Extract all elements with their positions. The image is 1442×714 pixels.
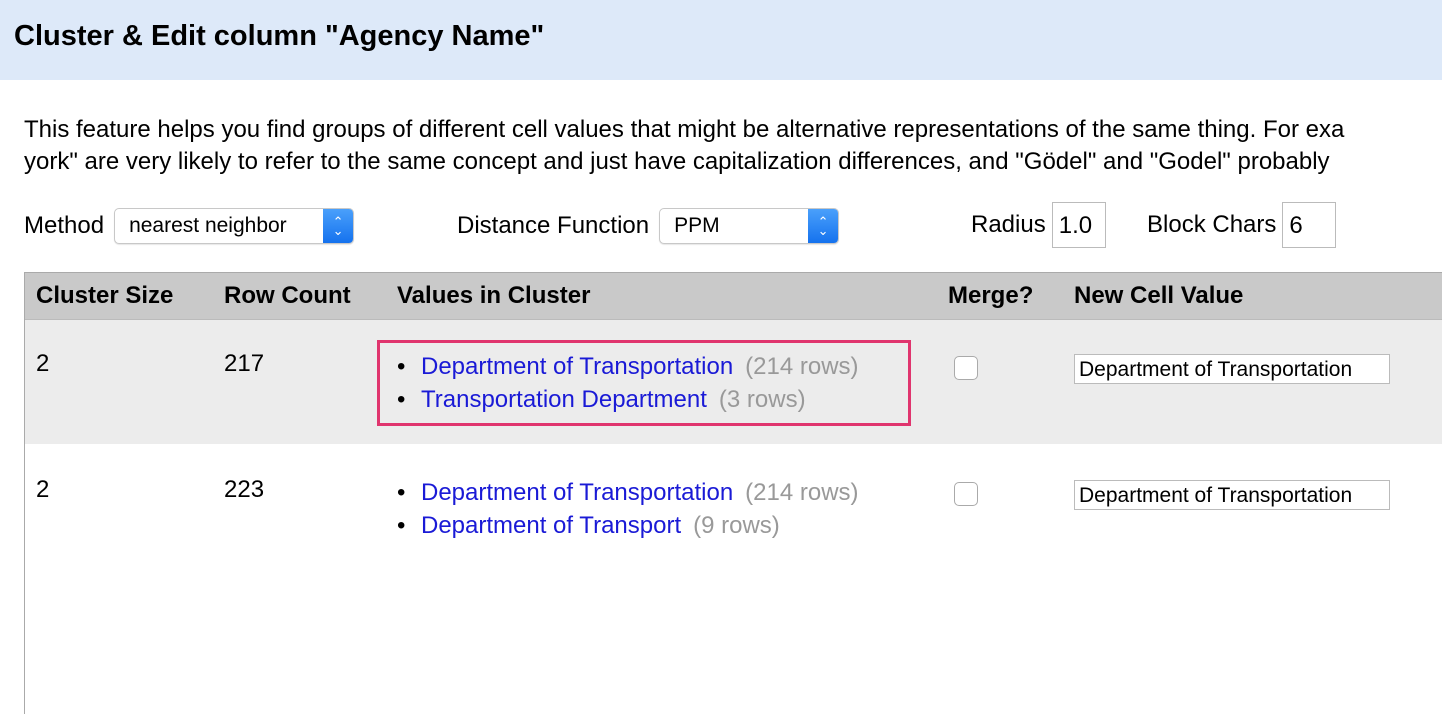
- list-item: Department of Transportation (214 rows): [397, 476, 859, 509]
- block-chars-control: Block Chars 6: [1147, 200, 1337, 250]
- chevron-updown-icon: ⌃ ⌄: [323, 209, 354, 243]
- values-list: Department of Transportation (214 rows) D…: [397, 476, 859, 542]
- distance-label: Distance Function: [457, 212, 650, 239]
- highlight-box: [377, 340, 911, 426]
- row-count: 223: [224, 476, 265, 503]
- table-header: Cluster Size Row Count Values in Cluster…: [25, 273, 1442, 320]
- block-chars-input[interactable]: 6: [1282, 202, 1337, 248]
- method-label: Method: [24, 212, 105, 239]
- table-row: 2 223 Department of Transportation (214 r…: [25, 444, 1442, 714]
- list-item: Department of Transport (9 rows): [397, 509, 859, 542]
- method-select[interactable]: nearest neighbor ⌃ ⌄: [114, 208, 355, 244]
- new-value-input[interactable]: Department of Transportation: [1074, 354, 1390, 384]
- dialog-title: Cluster & Edit column "Agency Name": [14, 20, 545, 52]
- new-value-input[interactable]: Department of Transportation: [1074, 480, 1390, 510]
- header-values: Values in Cluster: [397, 282, 591, 309]
- radius-control: Radius 1.0: [971, 200, 1106, 250]
- merge-checkbox[interactable]: [954, 356, 978, 380]
- block-chars-label: Block Chars: [1147, 211, 1277, 238]
- cluster-size: 2: [36, 350, 50, 377]
- merge-checkbox[interactable]: [954, 482, 978, 506]
- header-merge: Merge?: [948, 282, 1034, 309]
- radius-label: Radius: [971, 211, 1046, 238]
- header-row-count[interactable]: Row Count: [224, 282, 351, 310]
- header-new-value: New Cell Value: [1074, 282, 1244, 309]
- header-cluster-size[interactable]: Cluster Size: [36, 282, 173, 310]
- distance-select[interactable]: PPM ⌃ ⌄: [659, 208, 840, 244]
- description: This feature helps you find groups of di…: [24, 114, 1344, 178]
- chevron-updown-icon: ⌃ ⌄: [808, 209, 839, 243]
- cluster-size: 2: [36, 476, 50, 503]
- row-count: 217: [224, 350, 265, 377]
- radius-input[interactable]: 1.0: [1051, 202, 1106, 248]
- distance-control: Distance Function PPM ⌃ ⌄: [457, 206, 840, 246]
- description-line: york" are very likely to refer to the sa…: [24, 148, 1330, 175]
- value-count: (214 rows): [745, 479, 859, 506]
- method-control: Method nearest neighbor ⌃ ⌄: [24, 206, 355, 246]
- table-row: 2 217 Department of Transportation(214 r…: [25, 320, 1442, 444]
- dialog-header: Cluster & Edit column "Agency Name": [0, 0, 1442, 80]
- value-link[interactable]: Department of Transportation: [421, 479, 733, 506]
- value-link[interactable]: Department of Transport: [421, 512, 681, 539]
- description-line: This feature helps you find groups of di…: [24, 116, 1345, 143]
- clusters-table: Cluster Size Row Count Values in Cluster…: [24, 272, 1442, 714]
- method-value: nearest neighbor: [129, 214, 287, 237]
- value-count: (9 rows): [693, 512, 780, 539]
- distance-value: PPM: [674, 214, 720, 237]
